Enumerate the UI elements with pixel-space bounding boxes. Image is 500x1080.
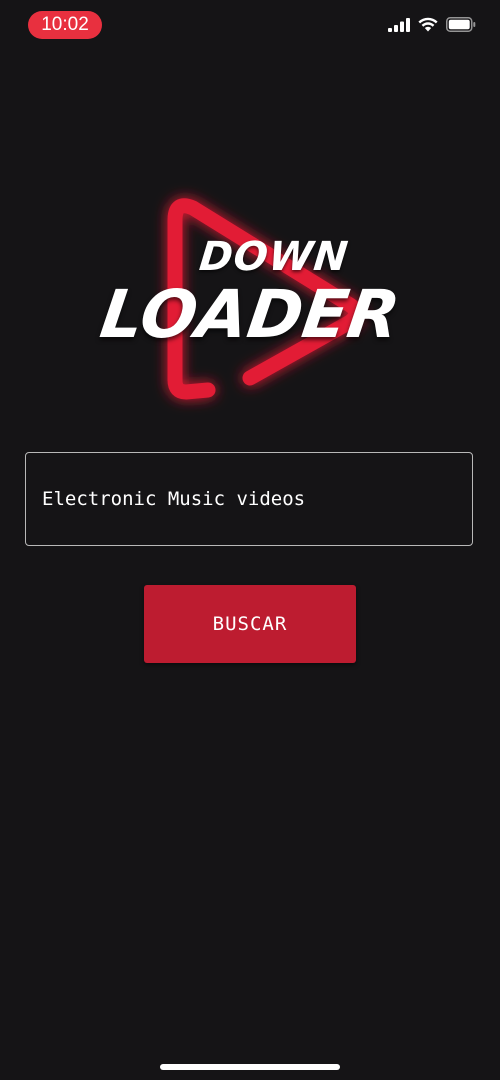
logo-lettering: DOWN LOADER (96, 180, 404, 420)
status-time: 10:02 (28, 11, 102, 39)
logo-text-down: DOWN (197, 234, 351, 280)
wifi-icon (418, 17, 438, 36)
status-icons (388, 14, 476, 38)
logo-text-loader: LOADER (95, 276, 405, 353)
search-button[interactable]: BUSCAR (144, 585, 356, 663)
cellular-signal-icon (388, 17, 410, 36)
home-indicator[interactable] (160, 1064, 340, 1070)
app-screen: 10:02 DOWN LOADER Electronic Music video… (0, 0, 500, 1080)
app-logo: DOWN LOADER (96, 180, 404, 420)
search-input[interactable] (25, 452, 473, 546)
battery-icon (446, 16, 476, 36)
